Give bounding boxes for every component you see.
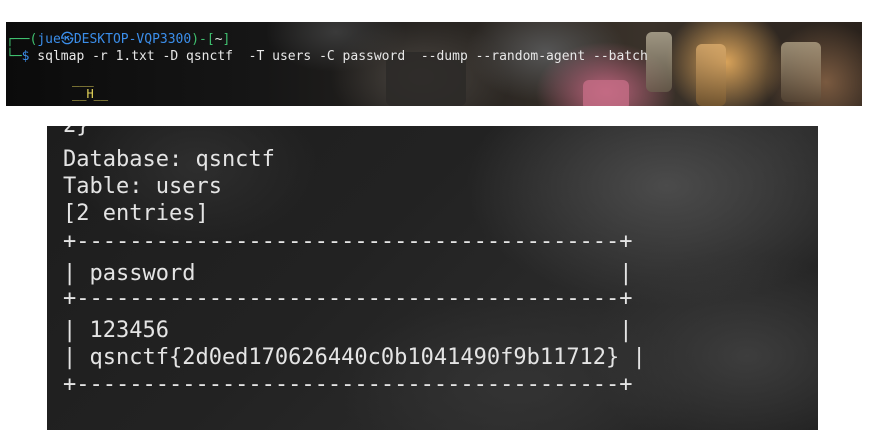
prompt-at-symbol: ㉿	[60, 32, 74, 47]
prompt-cwd: ~	[214, 32, 223, 47]
table-row: | 123456 |	[63, 318, 633, 343]
prompt-line: ┌──(jue㉿DESKTOP-VQP3300)-[~]	[6, 32, 230, 48]
background-photo-object	[646, 32, 672, 92]
command-text: sqlmap -r 1.txt -D qsnctf -T users -C pa…	[29, 49, 648, 64]
database-line: Database: qsnctf	[63, 147, 275, 172]
table-header-row: | password |	[63, 261, 633, 286]
prompt-bracket: )-[	[191, 32, 215, 47]
top-terminal-crop: ┌──(jue㉿DESKTOP-VQP3300)-[~] └─$ sqlmap …	[6, 22, 862, 106]
prompt-corner: └─	[6, 49, 22, 64]
background-photo-object	[781, 42, 821, 102]
table-line: Table: users	[63, 174, 222, 199]
sqlmap-logo-line-1: ___	[72, 73, 94, 87]
table-border-bottom: +---------------------------------------…	[63, 372, 633, 397]
prompt-host: DESKTOP-VQP3300	[73, 32, 192, 47]
background-photo-object	[696, 44, 726, 106]
prompt-bracket: ]	[222, 32, 231, 47]
entries-count: [2 entries]	[63, 201, 209, 226]
prompt-user: jue	[37, 32, 61, 47]
sqlmap-logo-line-2: __H__	[72, 87, 109, 101]
command-line[interactable]: └─$ sqlmap -r 1.txt -D qsnctf -T users -…	[6, 49, 648, 65]
table-border-mid: +---------------------------------------…	[63, 286, 633, 311]
table-border-top: +---------------------------------------…	[63, 229, 633, 254]
cut-output-line: 2}	[63, 126, 90, 139]
prompt-bracket: ┌──(	[6, 32, 38, 47]
table-row: | qsnctf{2d0ed170626440c0b1041490f9b1171…	[63, 345, 646, 370]
output-terminal-crop: 2} Database: qsnctf Table: users [2 entr…	[47, 126, 818, 430]
background-photo-object	[583, 80, 629, 106]
